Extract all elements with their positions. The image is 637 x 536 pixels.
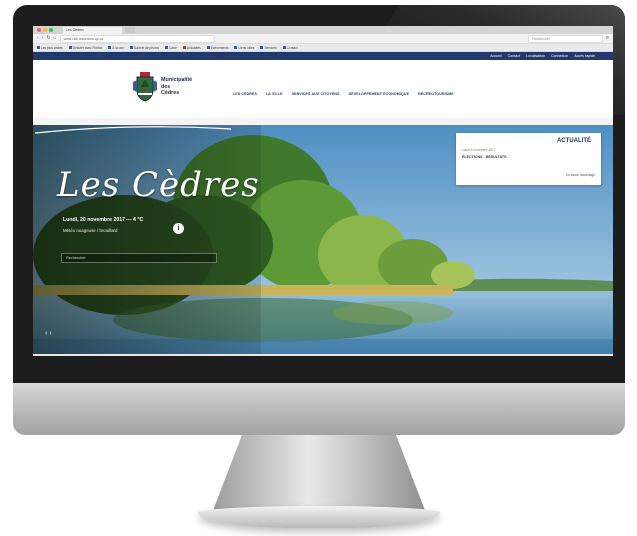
bookmark-item[interactable]: Débuter avec Firefox — [69, 46, 103, 50]
slider-arrows: ‹› — [45, 330, 54, 337]
logo-text: Municipalité des Cèdres — [161, 77, 192, 97]
bookmark-item[interactable]: Liens utiles — [234, 46, 254, 50]
monitor-chin — [13, 383, 625, 435]
nav-item-recreotourisme[interactable]: RÉCRÉOTOURISME — [418, 92, 454, 96]
hero-weather: Météo nuageuse / brouillard — [63, 228, 118, 233]
menu-icon[interactable]: ≡ — [606, 34, 609, 43]
address-bar[interactable]: www.ville.lescedres.qc.ca — [59, 34, 215, 43]
site-search-input[interactable]: Rechercher — [61, 253, 217, 263]
bookmark-item[interactable]: Événements — [207, 46, 229, 50]
news-title: ACTUALITÉ — [557, 138, 591, 144]
topbar-link-login[interactable]: Connexion — [551, 54, 568, 58]
nav-item-services[interactable]: SERVICES AUX CITOYENS — [292, 92, 340, 96]
site-utility-bar: Accueil Contact Localisation Connexion A… — [33, 52, 613, 60]
nav-item-la-ville[interactable]: LA VILLE — [266, 92, 283, 96]
browser-search-input[interactable]: Rechercher — [528, 34, 604, 43]
bookmark-item[interactable]: À la une — [108, 46, 124, 50]
main-navigation: LES CÈDRES LA VILLE SERVICES AUX CITOYEN… — [233, 92, 454, 96]
minimize-window-icon[interactable] — [43, 28, 47, 32]
page-content-strip — [33, 354, 613, 356]
close-window-icon[interactable] — [37, 28, 41, 32]
bookmark-item[interactable]: Services — [260, 46, 276, 50]
bookmark-item[interactable]: Actualités — [183, 46, 201, 50]
bookmark-item[interactable]: Carte — [165, 46, 177, 50]
browser-tab[interactable]: Les Cèdres — [63, 27, 122, 34]
monitor-screen: Les Cèdres ‹ › ↻ ⌂ www.ville.lescedres.q… — [33, 26, 613, 356]
new-tab-button[interactable] — [125, 27, 135, 33]
title-swash-icon — [34, 126, 232, 134]
monitor-stand-base — [198, 506, 440, 528]
bookmarks-bar: Les plus visités Débuter avec Firefox À … — [33, 44, 613, 52]
municipal-crest-icon — [133, 72, 157, 102]
topbar-link-contact[interactable]: Contact — [508, 54, 520, 58]
nav-item-developpement[interactable]: DÉVELOPPEMENT ÉCONOMIQUE — [349, 92, 410, 96]
browser-toolbar: ‹ › ↻ ⌂ www.ville.lescedres.qc.ca Recher… — [33, 34, 613, 44]
topbar-link-quick-access[interactable]: Accès rapide — [574, 54, 595, 58]
topbar-link-location[interactable]: Localisation — [526, 54, 545, 58]
hero-overlay — [33, 125, 261, 354]
home-icon[interactable]: ⌂ — [54, 34, 57, 43]
slider-next-icon[interactable]: › — [49, 330, 53, 337]
site-logo[interactable]: Municipalité des Cèdres — [133, 72, 192, 102]
logo-line: Cèdres — [161, 90, 180, 97]
forward-arrow-icon[interactable]: › — [42, 34, 44, 43]
bookmark-item[interactable]: Galerie de photos — [130, 46, 159, 50]
info-icon[interactable]: i — [173, 223, 184, 234]
hero-script-title: Les Cèdres — [57, 165, 260, 205]
news-date: Lundi 6 novembre 2017 — [462, 148, 496, 152]
hero-banner: Les Cèdres Lundi, 20 novembre 2017 — 4 °… — [33, 125, 613, 354]
site-header: Municipalité des Cèdres LES CÈDRES LA VI… — [33, 60, 613, 118]
browser-tab-bar: Les Cèdres — [33, 26, 613, 34]
maximize-window-icon[interactable] — [49, 28, 53, 32]
nav-item-les-cedres[interactable]: LES CÈDRES — [233, 92, 257, 96]
monitor-stand — [212, 435, 426, 513]
bookmark-item[interactable]: Contact — [283, 46, 298, 50]
bookmark-item[interactable]: Les plus visités — [37, 46, 63, 50]
hero-date: Lundi, 20 novembre 2017 — 4 °C — [63, 217, 144, 223]
reload-icon[interactable]: ↻ — [46, 34, 50, 43]
back-arrow-icon[interactable]: ‹ — [37, 34, 39, 43]
topbar-link-home[interactable]: Accueil — [490, 54, 502, 58]
news-headline[interactable]: ÉLECTIONS - RÉSULTATS — [462, 155, 507, 159]
news-more-link[interactable]: En savoir davantage — [566, 173, 595, 177]
logo-line: Municipalité — [161, 77, 193, 84]
news-card[interactable]: ACTUALITÉ Lundi 6 novembre 2017 ÉLECTION… — [456, 133, 601, 185]
